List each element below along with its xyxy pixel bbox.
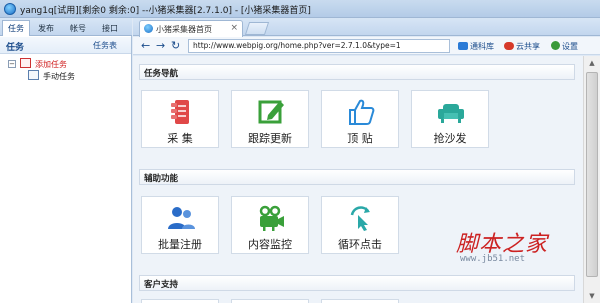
section-header-aux-functions: 辅助功能	[139, 169, 575, 185]
task-list-link[interactable]: 任务表	[93, 40, 117, 51]
task-folder-icon	[28, 70, 39, 80]
tile-support-2[interactable]	[231, 299, 309, 303]
refresh-button[interactable]: ↻	[171, 39, 180, 52]
tongke-library-label: 通科库	[470, 42, 494, 51]
thumbs-up-icon	[349, 99, 375, 125]
tile-grab-sofa[interactable]: 抢沙发	[411, 90, 489, 148]
scroll-up-button[interactable]: ▲	[584, 56, 600, 70]
tile-loop-click[interactable]: 循环点击	[321, 196, 399, 254]
tile-label-batch-register: 批量注册	[158, 238, 202, 251]
tile-label-content-monitor: 内容监控	[248, 238, 292, 251]
watermark-url: www.jb51.net	[460, 254, 526, 264]
tile-label-track-update: 跟踪更新	[248, 132, 292, 145]
left-panel: 任务 发布 帐号 接口 任务 任务表 − 添加任务 手动任务	[0, 18, 132, 303]
forward-button[interactable]: →	[156, 39, 165, 52]
browser-tab-label: 小猪采集器首页	[156, 25, 212, 34]
tile-track-update[interactable]: 跟踪更新	[231, 90, 309, 148]
add-task-icon	[20, 58, 31, 68]
cloud-share-button[interactable]: 云共享	[504, 41, 540, 52]
section-title-customer-support: 客户支持	[144, 280, 179, 290]
tile-support-3[interactable]	[321, 299, 399, 303]
browser-tab-home[interactable]: 小猪采集器首页 ×	[139, 20, 243, 37]
section-header-task-nav: 任务导航	[139, 64, 575, 80]
tree-node-manual-task[interactable]: 手动任务	[18, 70, 118, 82]
tile-gather[interactable]: 采 集	[141, 90, 219, 148]
address-bar[interactable]: http://www.webpig.org/home.php?ver=2.7.1…	[188, 39, 450, 53]
cloud-share-label: 云共享	[516, 42, 540, 51]
sofa-icon	[438, 104, 464, 123]
scroll-down-button[interactable]: ▼	[584, 289, 600, 303]
left-panel-header: 任务 任务表	[0, 37, 131, 54]
scroll-thumb[interactable]	[586, 72, 598, 277]
tile-content-monitor[interactable]: 内容监控	[231, 196, 309, 254]
section-header-customer-support: 客户支持	[139, 275, 575, 291]
watermark: 脚本之家 www.jb51.net	[456, 226, 580, 270]
left-panel-tabs: 任务 发布 帐号 接口	[0, 18, 132, 36]
tile-label-gather: 采 集	[167, 132, 193, 145]
tab-accounts[interactable]: 帐号	[64, 20, 92, 36]
tab-interface[interactable]: 接口	[96, 20, 124, 36]
edit-icon	[258, 100, 284, 124]
click-icon	[350, 206, 370, 231]
tongke-library-button[interactable]: 通科库	[458, 41, 494, 52]
gather-icon	[171, 100, 189, 124]
tree-expander[interactable]: −	[8, 60, 16, 68]
section-title-aux-functions: 辅助功能	[144, 174, 179, 184]
close-tab-icon[interactable]: ×	[230, 23, 238, 33]
new-tab-button[interactable]	[244, 22, 270, 35]
tile-label-loop-click: 循环点击	[338, 238, 382, 251]
left-panel-title: 任务	[6, 43, 25, 53]
cloud-icon	[504, 42, 514, 50]
browser-toolbar: ← → ↻ http://www.webpig.org/home.php?ver…	[133, 37, 600, 55]
users-icon	[168, 207, 195, 229]
tab-publish[interactable]: 发布	[32, 20, 60, 36]
section-title-task-nav: 任务导航	[144, 69, 179, 79]
tile-batch-register[interactable]: 批量注册	[141, 196, 219, 254]
back-button[interactable]: ←	[141, 39, 150, 52]
tile-label-grab-sofa: 抢沙发	[433, 132, 467, 145]
download-icon	[458, 42, 468, 50]
tile-label-bump-post: 顶 贴	[347, 132, 373, 145]
settings-button[interactable]: 设置	[551, 41, 578, 52]
settings-icon	[551, 41, 560, 50]
tab-tasks[interactable]: 任务	[2, 20, 30, 36]
tile-support-1[interactable]	[141, 299, 219, 303]
app-icon	[4, 3, 16, 15]
tree-label-add-task: 添加任务	[35, 60, 67, 69]
tree-node-add-task[interactable]: − 添加任务	[8, 58, 118, 70]
tile-bump-post[interactable]: 顶 贴	[321, 90, 399, 148]
vertical-scrollbar[interactable]: ▲ ▼	[583, 56, 600, 303]
window-title: yang1q[试用][剩余0 剩余:0] --小猪采集器[2.7.1.0] - …	[20, 6, 311, 16]
page-icon	[144, 24, 153, 33]
camera-icon	[259, 205, 284, 231]
window-titlebar: yang1q[试用][剩余0 剩余:0] --小猪采集器[2.7.1.0] - …	[0, 0, 600, 18]
tree-label-manual-task: 手动任务	[43, 72, 75, 81]
browser-tabstrip: 小猪采集器首页 ×	[133, 18, 600, 37]
settings-label: 设置	[562, 42, 578, 51]
